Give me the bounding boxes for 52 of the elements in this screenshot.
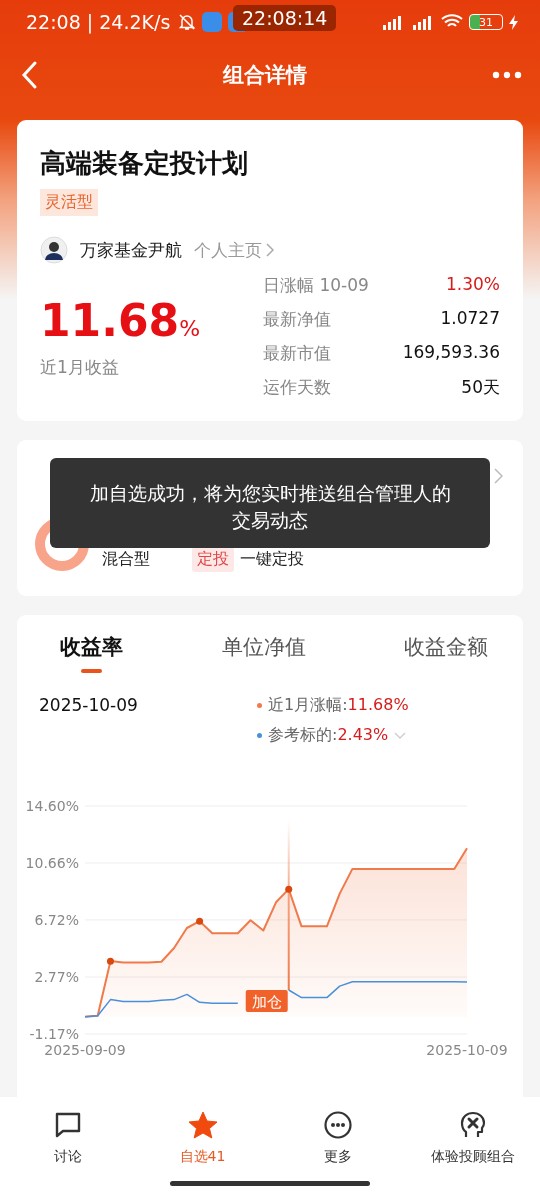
y-axis-label: 2.77% <box>34 969 79 986</box>
more-icon[interactable] <box>492 71 522 79</box>
charging-icon <box>509 14 518 30</box>
star-icon <box>187 1110 218 1140</box>
return-label: 近1月收益 <box>40 355 120 379</box>
bell-off-icon <box>178 13 197 31</box>
chevron-right-icon <box>266 243 274 257</box>
chart-tab[interactable]: 收益率 <box>60 629 123 683</box>
stat-value: 1.0727 <box>440 308 500 330</box>
chart-tab[interactable]: 收益金额 <box>404 629 488 683</box>
stat-value: 1.30% <box>446 274 500 296</box>
stat-value: 169,593.36 <box>402 342 500 364</box>
status-time-speed: 22:08 | 24.2K/s <box>26 11 171 33</box>
stat-label: 最新市值 <box>263 342 331 365</box>
x-axis-label: 2025-09-09 <box>44 1042 126 1058</box>
return-value: 11.68% <box>40 294 202 346</box>
type-tag: 灵活型 <box>40 189 98 216</box>
y-axis-label: -1.17% <box>29 1026 79 1042</box>
tab-bar-item[interactable]: 讨论 <box>7 1109 128 1167</box>
more-icon <box>322 1110 353 1140</box>
clock-chip: 22:08:14 <box>233 5 337 31</box>
trade-marker <box>106 957 114 965</box>
legend-label: 参考标的:2.43% <box>268 725 389 746</box>
one-click-plan[interactable]: 一键定投 <box>240 549 304 570</box>
page-title: 组合详情 <box>223 62 307 89</box>
preference-value: 混合型 <box>102 549 151 570</box>
trade-marker <box>196 917 204 925</box>
legend-label: 近1月涨幅:11.68% <box>268 695 409 716</box>
stat-label: 日涨幅 10-09 <box>263 274 369 297</box>
tab-bar-item[interactable]: 体验投顾组合 <box>412 1109 533 1167</box>
back-icon[interactable] <box>20 60 38 90</box>
trade-marker <box>285 885 293 893</box>
battery-indicator: 31 <box>469 14 503 30</box>
y-axis-label: 14.60% <box>25 798 79 814</box>
y-axis-label: 6.72% <box>34 911 79 928</box>
avatar-icon <box>40 236 68 264</box>
chart-date: 2025-10-09 <box>39 695 139 717</box>
tab-bar-item[interactable]: 更多 <box>277 1109 398 1167</box>
toast-message: 加自选成功，将为您实时推送组合管理人的交易动态 <box>50 458 490 549</box>
app-icon <box>202 12 223 32</box>
chart-tab[interactable]: 单位净值 <box>221 629 306 683</box>
portfolio-title: 高端装备定投计划 <box>40 147 249 180</box>
trade-tag: 加仓 <box>245 990 288 1012</box>
stat-value: 50天 <box>461 376 500 399</box>
tab-bar-item[interactable]: 自选41 <box>142 1109 263 1167</box>
stat-label: 最新净值 <box>263 308 331 331</box>
plan-tag: 定投 <box>192 547 234 572</box>
manager-name: 万家基金尹航 <box>80 238 182 262</box>
y-axis-label: 10.66% <box>25 854 79 871</box>
x-axis-label: 2025-10-09 <box>426 1042 508 1058</box>
annotation: 加仓 <box>251 993 282 1011</box>
stat-label: 运作天数 <box>263 376 331 399</box>
